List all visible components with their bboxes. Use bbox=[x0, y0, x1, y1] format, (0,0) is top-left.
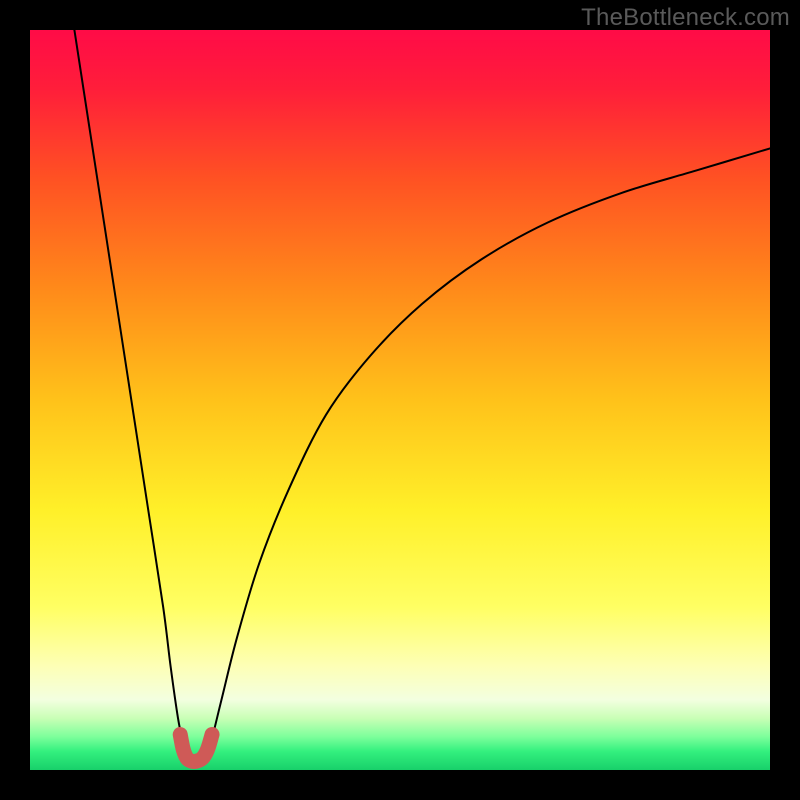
gradient-background bbox=[30, 30, 770, 770]
outer-frame: TheBottleneck.com bbox=[0, 0, 800, 800]
watermark-text: TheBottleneck.com bbox=[581, 4, 790, 32]
chart-svg bbox=[30, 30, 770, 770]
plot-area bbox=[30, 30, 770, 770]
